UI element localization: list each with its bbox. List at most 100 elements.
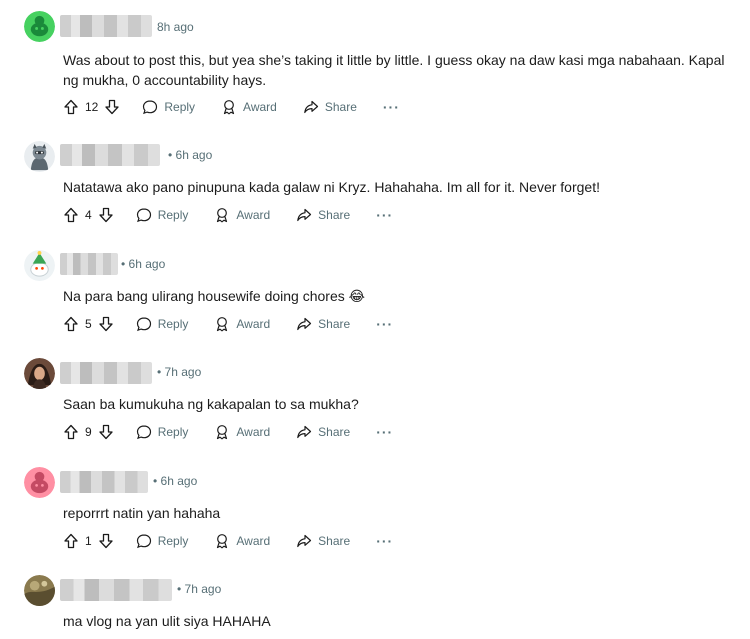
username-blurred[interactable] <box>60 471 148 493</box>
user-avatar[interactable] <box>24 575 55 606</box>
reply-button[interactable]: Reply <box>136 316 189 332</box>
timestamp: • 6h ago <box>153 474 198 488</box>
downvote-icon <box>99 533 113 549</box>
share-icon <box>297 317 312 331</box>
share-label: Share <box>318 208 351 222</box>
share-icon <box>297 534 312 548</box>
comment-text: Was about to post this, but yea she’s ta… <box>63 52 725 88</box>
award-button[interactable]: Award <box>214 316 270 332</box>
upvote-icon <box>64 424 78 440</box>
comment-text: ma vlog na yan ulit siya HAHAHA <box>63 613 271 629</box>
award-label: Award <box>236 208 271 222</box>
downvote-button[interactable] <box>98 316 114 332</box>
username-blurred[interactable] <box>60 362 152 384</box>
timestamp: • 7h ago <box>177 582 222 596</box>
award-label: Award <box>236 534 271 548</box>
share-label: Share <box>318 425 351 439</box>
share-icon <box>297 425 312 439</box>
upvote-button[interactable] <box>63 99 79 115</box>
reply-button[interactable]: Reply <box>142 99 195 115</box>
vote-count: 4 <box>85 208 92 222</box>
reply-icon <box>136 425 151 440</box>
comment-actions: 1 Reply Award Share ··· <box>63 530 393 552</box>
award-icon <box>217 425 228 440</box>
share-label: Share <box>318 317 351 331</box>
upvote-button[interactable] <box>63 424 79 440</box>
award-button[interactable]: Award <box>214 533 270 549</box>
award-button[interactable]: Award <box>214 207 270 223</box>
comment-actions: 9 Reply Award Share ··· <box>63 421 393 443</box>
reply-icon <box>136 534 151 549</box>
award-label: Award <box>236 425 271 439</box>
reply-label: Reply <box>157 534 189 548</box>
reply-button[interactable]: Reply <box>136 533 189 549</box>
downvote-button[interactable] <box>98 207 114 223</box>
user-avatar[interactable] <box>24 141 55 172</box>
upvote-button[interactable] <box>63 316 79 332</box>
downvote-button[interactable] <box>104 99 120 115</box>
downvote-icon <box>99 424 113 440</box>
award-icon <box>223 100 235 115</box>
more-options-button[interactable]: ··· <box>383 99 400 115</box>
upvote-button[interactable] <box>63 207 79 223</box>
more-options-button[interactable]: ··· <box>376 207 393 223</box>
vote-count: 1 <box>85 534 92 548</box>
upvote-icon <box>64 533 78 549</box>
reply-button[interactable]: Reply <box>136 424 189 440</box>
timestamp: • 6h ago <box>121 257 166 271</box>
username-blurred[interactable] <box>60 579 172 601</box>
comment-text: Saan ba kumukuha ng kakapalan to sa mukh… <box>63 396 359 412</box>
reply-label: Reply <box>164 100 196 114</box>
share-button[interactable]: Share <box>296 207 350 223</box>
award-icon <box>217 534 228 549</box>
downvote-icon <box>99 316 113 332</box>
vote-count: 12 <box>85 100 99 114</box>
award-label: Award <box>236 317 271 331</box>
more-options-button[interactable]: ··· <box>376 316 393 332</box>
comment-text: Natatawa ako pano pinupuna kada galaw ni… <box>63 179 600 195</box>
downvote-button[interactable] <box>98 424 114 440</box>
username-blurred[interactable] <box>60 253 118 275</box>
comment-text: Na para bang ulirang housewife doing cho… <box>63 288 365 304</box>
reply-icon <box>136 317 151 332</box>
reply-button[interactable]: Reply <box>136 207 189 223</box>
timestamp: • 6h ago <box>168 148 213 162</box>
more-options-button[interactable]: ··· <box>376 533 393 549</box>
share-button[interactable]: Share <box>296 533 350 549</box>
reply-label: Reply <box>157 425 189 439</box>
user-avatar[interactable] <box>24 358 55 389</box>
username-blurred[interactable] <box>60 15 152 37</box>
award-icon <box>217 317 228 332</box>
share-label: Share <box>324 100 357 114</box>
comment-actions: 5 Reply Award Share ··· <box>63 313 393 335</box>
share-label: Share <box>318 534 351 548</box>
more-options-button[interactable]: ··· <box>376 424 393 440</box>
comment-actions: 4 Reply Award Share ··· <box>63 204 393 226</box>
share-button[interactable]: Share <box>296 316 350 332</box>
upvote-icon <box>64 207 78 223</box>
comment-actions: 12 Reply Award Share ··· <box>63 96 400 118</box>
username-blurred[interactable] <box>60 144 160 166</box>
vote-count: 5 <box>85 317 92 331</box>
share-button[interactable]: Share <box>296 424 350 440</box>
comment-text: reporrrt natin yan hahaha <box>63 505 221 521</box>
award-icon <box>217 208 228 223</box>
timestamp: • 7h ago <box>157 365 202 379</box>
award-button[interactable]: Award <box>214 424 270 440</box>
share-icon <box>297 208 312 222</box>
timestamp: 8h ago <box>157 20 194 34</box>
downvote-icon <box>105 99 120 115</box>
user-avatar[interactable] <box>24 467 55 498</box>
downvote-icon <box>99 207 113 223</box>
reply-label: Reply <box>157 208 189 222</box>
upvote-button[interactable] <box>63 533 79 549</box>
upvote-icon <box>64 99 78 115</box>
downvote-button[interactable] <box>98 533 114 549</box>
award-label: Award <box>243 100 277 114</box>
award-button[interactable]: Award <box>221 99 277 115</box>
user-avatar[interactable] <box>24 250 55 281</box>
user-avatar[interactable] <box>24 11 55 42</box>
reply-label: Reply <box>157 317 189 331</box>
share-button[interactable]: Share <box>303 99 357 115</box>
reply-icon <box>143 100 158 115</box>
